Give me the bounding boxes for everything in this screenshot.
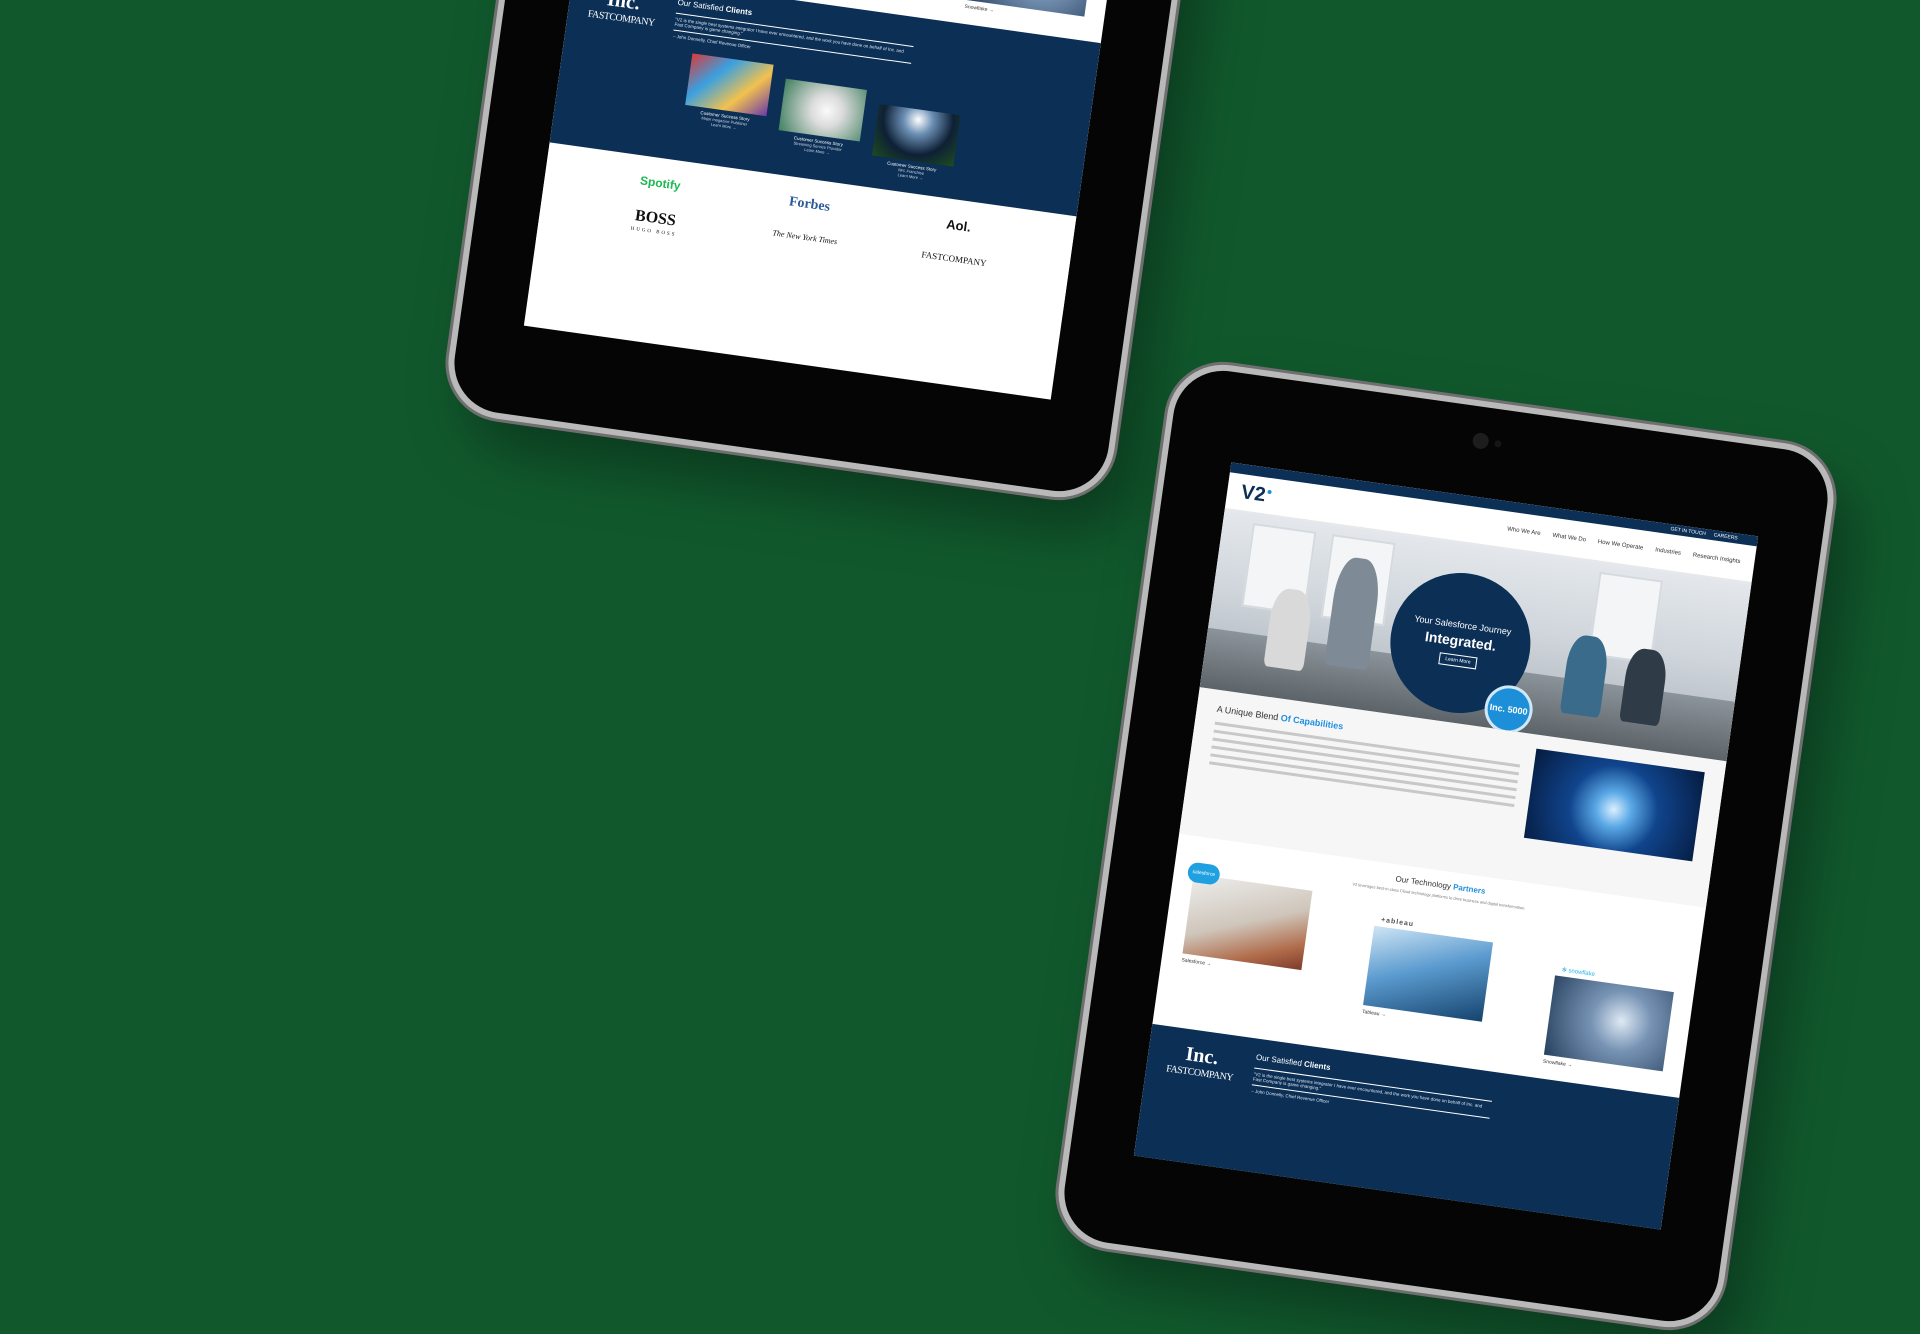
- nav-who-we-are[interactable]: Who We Are: [1507, 526, 1541, 537]
- forbes-logo: Forbes: [788, 194, 831, 215]
- partner-card-tableau[interactable]: +ableau Tableau →: [1358, 917, 1494, 1056]
- story-card-3[interactable]: Customer Success Story NFL Franchise Lea…: [869, 103, 961, 185]
- nav-how-we-operate[interactable]: How We Operate: [1597, 539, 1643, 551]
- story-card-1[interactable]: Customer Success Story Major magazine Pu…: [679, 53, 774, 157]
- story-image-earbuds: [778, 78, 867, 142]
- tablet-screen: A Unique Blend Of Capabilities Our Techn…: [523, 0, 1149, 400]
- story-card-2[interactable]: Customer Success Story Streaming Service…: [774, 78, 867, 172]
- tablet-top: A Unique Blend Of Capabilities Our Techn…: [441, 0, 1231, 505]
- v2-logo[interactable]: V2: [1240, 481, 1267, 507]
- tableau-image: [1363, 925, 1494, 1022]
- inc-fastcompany-logo: Inc. FASTCOMPANY: [586, 0, 658, 36]
- nav-industries[interactable]: Industries: [1655, 547, 1682, 557]
- salesforce-image: [1182, 874, 1313, 971]
- tablet-bottom: GET IN TOUCH CAREERS V2 Who We Are What …: [1051, 357, 1841, 1334]
- learn-more-button[interactable]: Learn More: [1438, 651, 1478, 669]
- nyt-logo: The New York Times: [771, 228, 838, 247]
- partner-card-snowflake[interactable]: ✻ snowflake Snowflake →: [964, 0, 1096, 26]
- fastcompany-logo: FASTCOMPANY: [920, 249, 988, 269]
- spotify-logo: Spotify: [639, 173, 682, 193]
- inc-fastcompany-logo: Inc. FASTCOMPANY: [1165, 1041, 1237, 1091]
- partner-card-salesforce[interactable]: salesforce Salesforce →: [1174, 861, 1313, 1029]
- partner-card-snowflake[interactable]: ✻ snowflake Snowflake →: [1543, 967, 1674, 1081]
- logo-dot-icon: [1267, 489, 1273, 495]
- nav-what-we-do[interactable]: What We Do: [1552, 533, 1586, 544]
- story-image-magazines: [685, 53, 774, 117]
- capabilities-text: A Unique Blend Of Capabilities: [1201, 704, 1523, 866]
- camera-sensor: [1494, 439, 1502, 448]
- story-image-football: [871, 103, 961, 167]
- tablet-screen: GET IN TOUCH CAREERS V2 Who We Are What …: [1133, 462, 1759, 1230]
- camera: [1471, 431, 1490, 450]
- capabilities-image: [1523, 748, 1705, 862]
- nav-research-insights[interactable]: Research Insights: [1692, 553, 1740, 566]
- boss-logo: BOSS HUGO BOSS: [630, 207, 677, 238]
- snowflake-image: [1543, 975, 1674, 1072]
- aol-logo: Aol.: [945, 216, 972, 235]
